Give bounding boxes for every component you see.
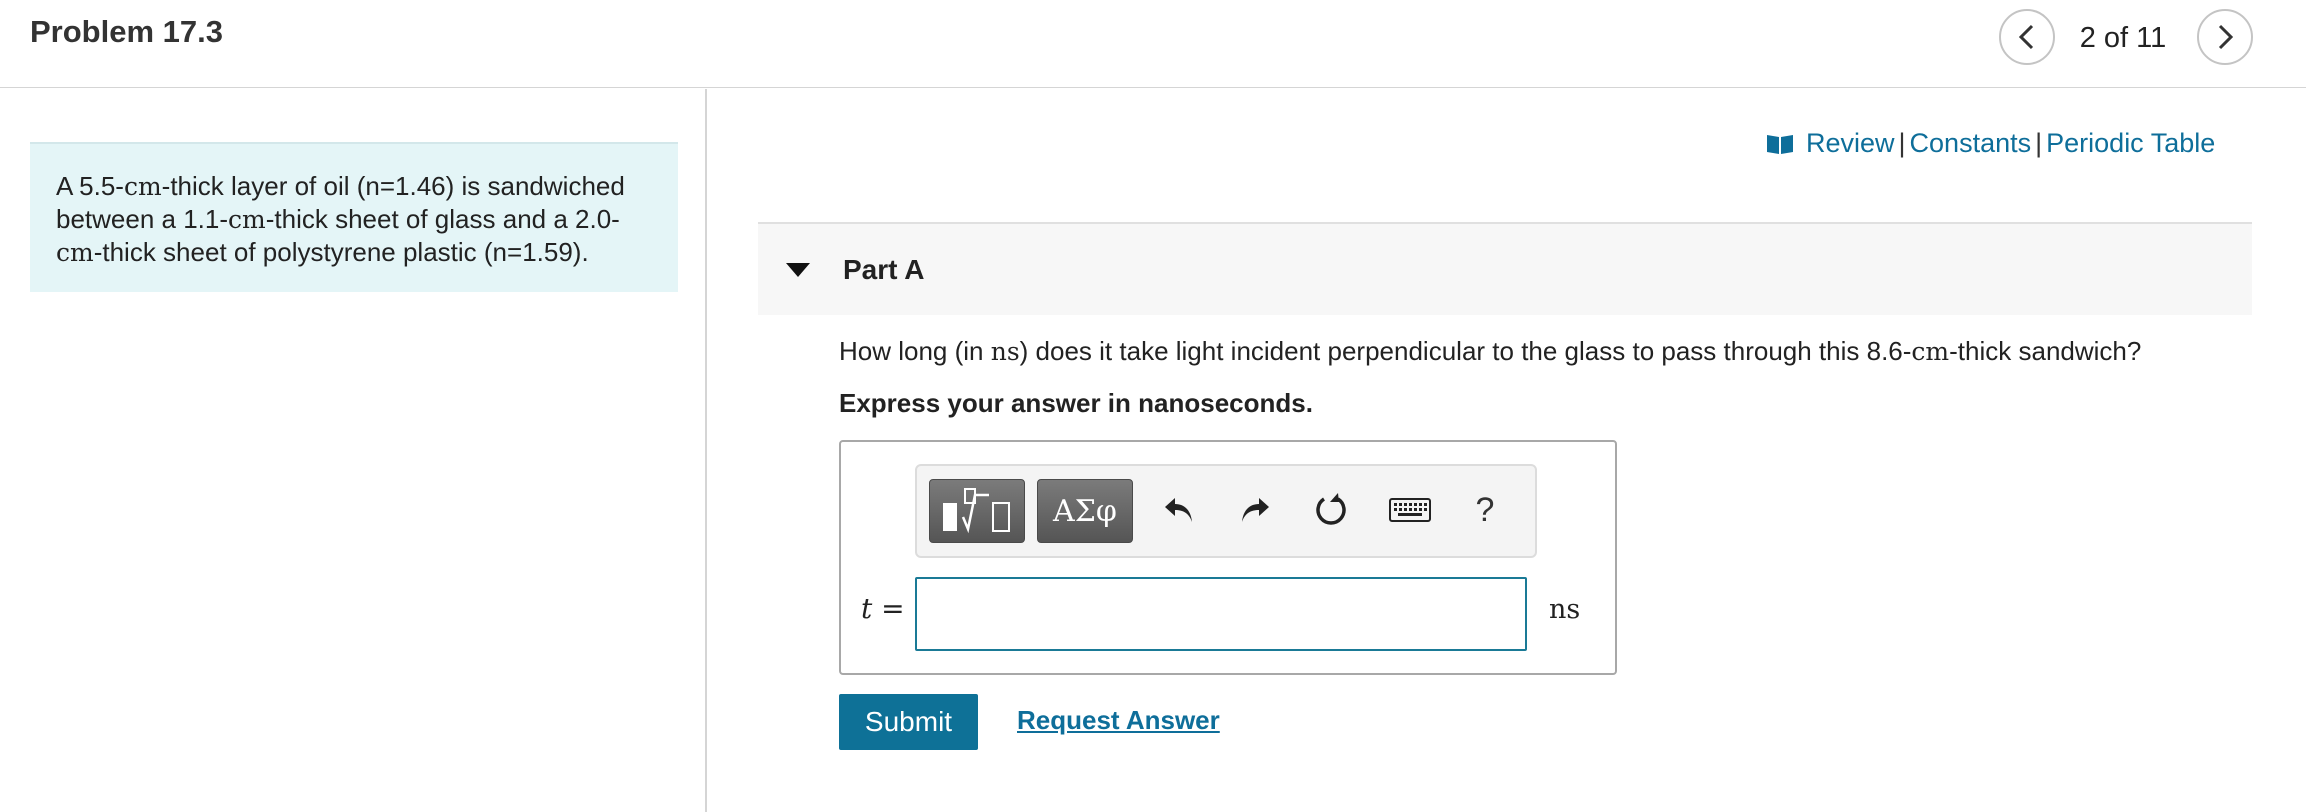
part-title: Part A <box>843 254 925 285</box>
column-divider <box>705 89 707 812</box>
intro-unit: cm <box>56 238 94 267</box>
request-answer-link[interactable]: Request Answer <box>1017 705 1220 736</box>
link-separator: | <box>1898 128 1906 158</box>
part-a-header[interactable]: Part A <box>758 222 2252 315</box>
problem-intro: A 5.5-cm-thick layer of oil (n=1.46) is … <box>30 142 678 292</box>
help-button[interactable]: ? <box>1461 486 1509 534</box>
equals-sign: = <box>881 592 905 625</box>
question-segment: ) does it take light incident perpendicu… <box>1019 336 1912 366</box>
question-text: How long (in ns) does it take light inci… <box>839 336 2141 367</box>
intro-unit: cm <box>123 172 162 201</box>
answer-instruction: Express your answer in nanoseconds. <box>839 388 1313 418</box>
intro-text: A 5.5- <box>56 171 124 201</box>
link-separator: | <box>2035 128 2043 158</box>
constants-link[interactable]: Constants <box>1910 128 2032 158</box>
reset-icon[interactable] <box>1307 486 1355 534</box>
chevron-right-icon <box>2218 24 2234 50</box>
periodic-table-link[interactable]: Periodic Table <box>2046 128 2215 158</box>
redo-icon[interactable] <box>1231 486 1279 534</box>
submit-button[interactable]: Submit <box>839 694 978 750</box>
intro-text: -thick sheet of polystyrene plastic (n=1… <box>93 237 589 267</box>
keyboard-icon[interactable] <box>1385 486 1435 534</box>
templates-button[interactable] <box>929 479 1025 543</box>
collapse-triangle-icon[interactable] <box>786 263 810 277</box>
question-segment: -thick sandwich? <box>1949 336 2142 366</box>
symbols-button[interactable]: ΑΣφ <box>1037 479 1133 543</box>
answer-panel: ΑΣφ ? t = ns <box>839 440 1617 675</box>
templates-icon <box>943 488 1010 534</box>
answer-unit: ns <box>1549 594 1581 625</box>
undo-icon[interactable] <box>1155 486 1203 534</box>
next-problem-button[interactable] <box>2197 9 2253 65</box>
header-bar: Problem 17.3 2 of 11 <box>0 0 2306 88</box>
variable-symbol: t <box>861 592 873 625</box>
variable-label: t = <box>861 592 905 625</box>
resources-links: Review | Constants | Periodic Table <box>1766 128 2215 159</box>
intro-unit: cm <box>228 205 266 234</box>
question-segment: How long (in <box>839 336 991 366</box>
math-toolbar: ΑΣφ ? <box>915 464 1537 558</box>
book-icon <box>1767 135 1793 154</box>
intro-text: -thick sheet of glass and a 2.0- <box>265 204 620 234</box>
problem-title: Problem 17.3 <box>30 14 223 49</box>
question-unit: cm <box>1911 337 1950 366</box>
answer-input[interactable] <box>915 577 1527 651</box>
review-link[interactable]: Review <box>1806 128 1895 158</box>
previous-problem-button[interactable] <box>1999 9 2055 65</box>
chevron-left-icon <box>2018 24 2034 50</box>
problem-pager: 2 of 11 <box>2079 22 2167 54</box>
question-unit: ns <box>990 337 1020 366</box>
